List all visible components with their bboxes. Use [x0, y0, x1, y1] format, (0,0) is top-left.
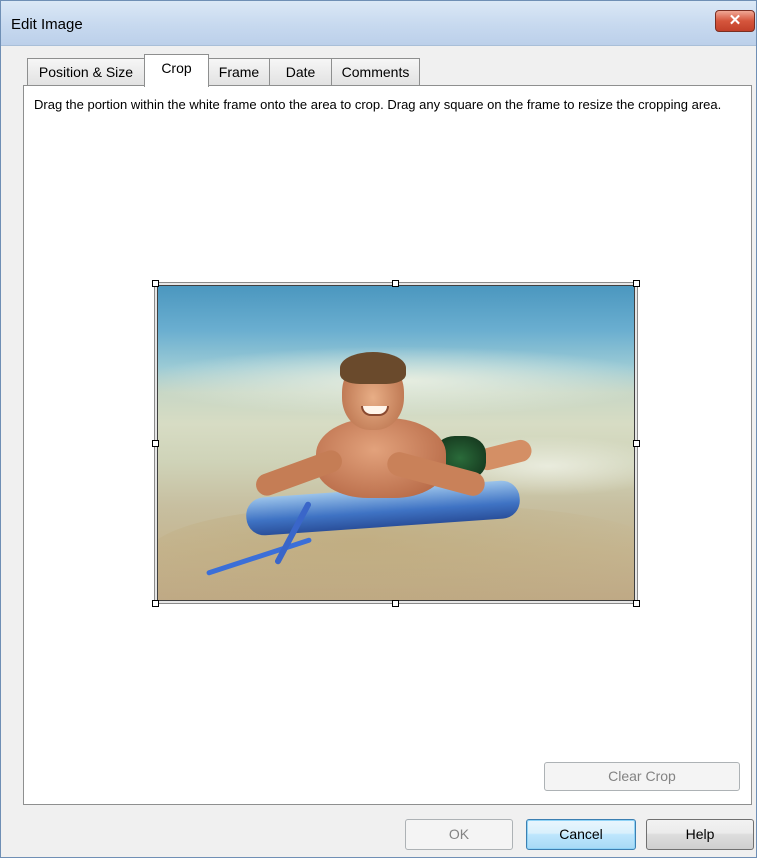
crop-handle-bottom[interactable]	[392, 600, 399, 607]
cancel-button[interactable]: Cancel	[526, 819, 636, 850]
tab-crop[interactable]: Crop	[144, 54, 209, 87]
crop-instructions: Drag the portion within the white frame …	[34, 97, 722, 112]
crop-tab-panel: Drag the portion within the white frame …	[23, 85, 752, 805]
crop-handle-bottom-left[interactable]	[152, 600, 159, 607]
tab-date[interactable]: Date	[269, 58, 332, 85]
crop-handle-left[interactable]	[152, 440, 159, 447]
title-bar[interactable]: Edit Image ✕	[1, 1, 756, 46]
tab-position-size[interactable]: Position & Size	[27, 58, 145, 85]
help-button[interactable]: Help	[646, 819, 754, 850]
crop-frame[interactable]	[154, 282, 638, 604]
close-button[interactable]: ✕	[715, 10, 755, 32]
ok-button[interactable]: OK	[405, 819, 513, 850]
crop-handle-top-left[interactable]	[152, 280, 159, 287]
clear-crop-button[interactable]: Clear Crop	[544, 762, 740, 791]
tab-comments[interactable]: Comments	[331, 58, 420, 85]
crop-handle-bottom-right[interactable]	[633, 600, 640, 607]
dialog-title: Edit Image	[11, 16, 83, 33]
crop-handle-top-right[interactable]	[633, 280, 640, 287]
crop-handle-top[interactable]	[392, 280, 399, 287]
tab-frame[interactable]: Frame	[208, 58, 270, 85]
close-icon: ✕	[728, 12, 742, 29]
edit-image-dialog: Edit Image ✕ Position & Size Crop Frame …	[0, 0, 757, 858]
crop-handle-right[interactable]	[633, 440, 640, 447]
